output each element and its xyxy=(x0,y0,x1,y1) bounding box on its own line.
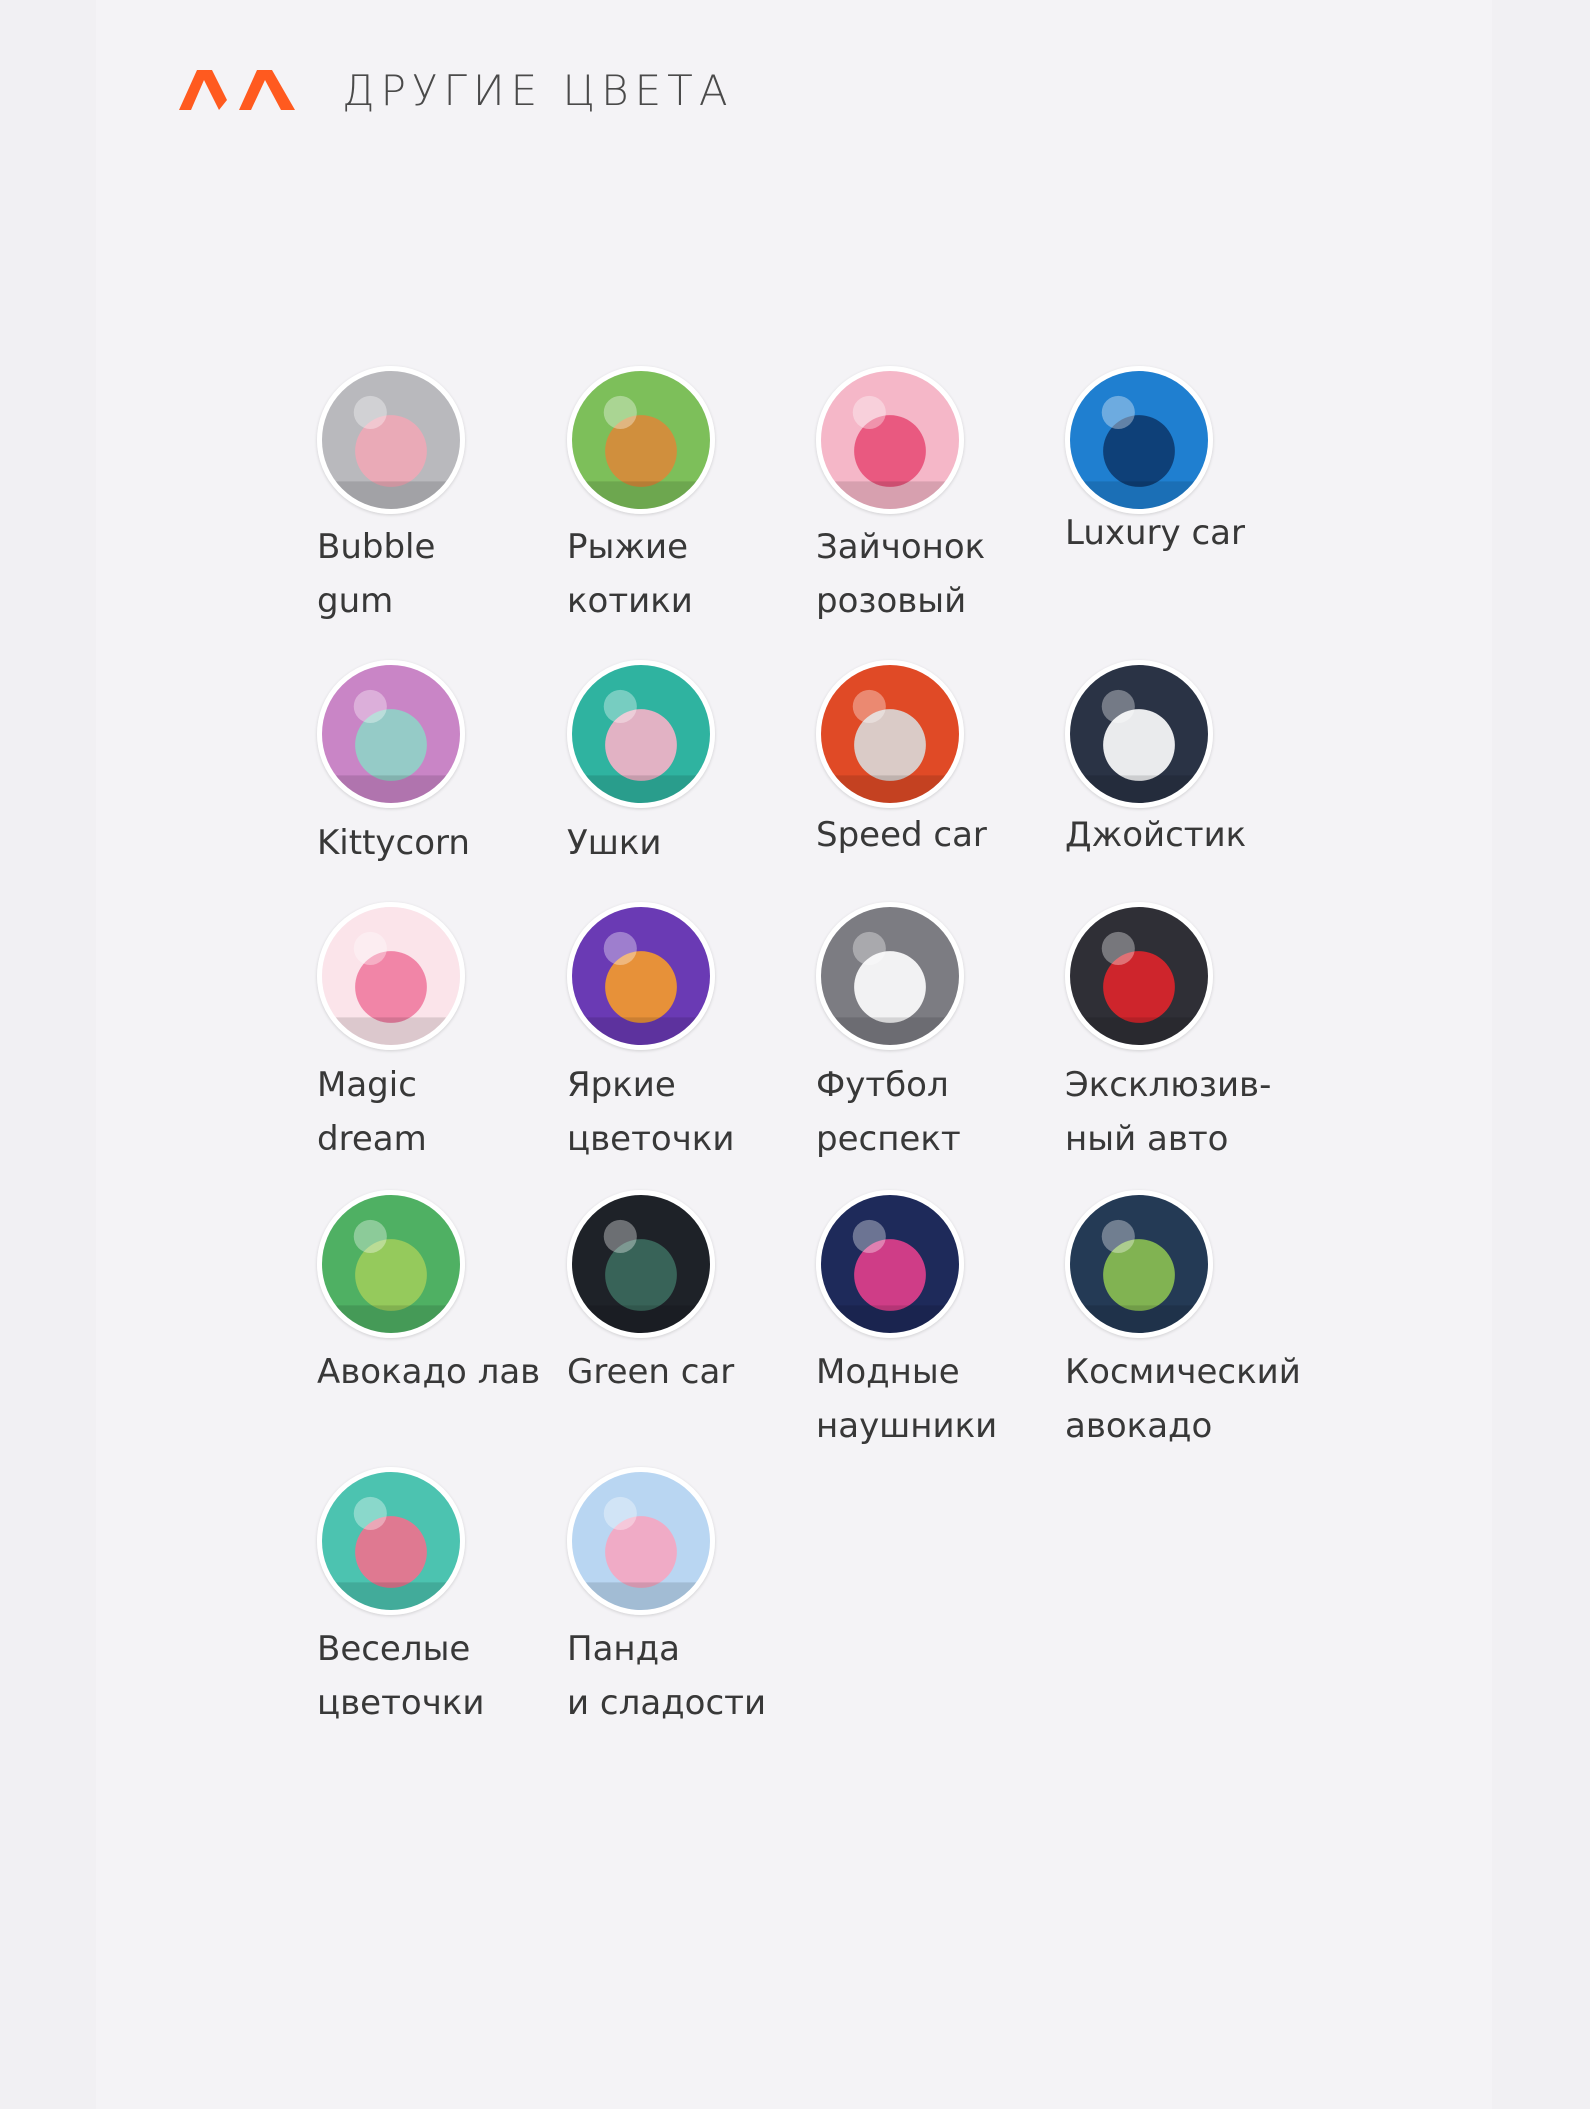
speed-car-icon[interactable] xyxy=(816,660,964,808)
color-swatch-option[interactable]: Веселые цветочки xyxy=(317,1467,567,1767)
color-swatch-option[interactable]: Футбол респект xyxy=(816,902,1066,1202)
color-swatch-label: Джойстик xyxy=(1065,815,1247,855)
color-swatch-label: Ушки xyxy=(567,823,662,863)
pink-bunny-icon[interactable] xyxy=(816,366,964,514)
color-swatch-label: Kittycorn xyxy=(317,823,470,863)
headphones-icon[interactable] xyxy=(816,1190,964,1338)
color-swatch-option[interactable]: Bubble gum xyxy=(317,366,567,666)
soccer-ball-icon[interactable] xyxy=(816,902,964,1050)
color-swatch-label: Зайчонок розовый xyxy=(816,527,986,621)
color-swatch-label: Green car xyxy=(567,1352,735,1392)
color-swatch-label: Космический авокадо xyxy=(1065,1352,1301,1446)
color-swatch-label: Яркие цветочки xyxy=(567,1065,735,1159)
plants-friends-icon[interactable] xyxy=(317,1467,465,1615)
color-swatch-label: Панда и сладости xyxy=(567,1629,767,1723)
bright-flowers-icon[interactable] xyxy=(567,902,715,1050)
color-swatch-label: Авокадо лав xyxy=(317,1352,541,1392)
color-swatch-option[interactable]: Модные наушники xyxy=(816,1190,1066,1490)
space-avocado-icon[interactable] xyxy=(1065,1190,1213,1338)
color-swatch-label: Рыжие котики xyxy=(567,527,693,621)
avocado-love-icon[interactable] xyxy=(317,1190,465,1338)
color-swatch-option[interactable]: Magic dream xyxy=(317,902,567,1202)
color-swatch-label: Magic dream xyxy=(317,1065,427,1159)
color-swatch-option[interactable]: Эксклюзив- ный авто xyxy=(1065,902,1315,1202)
gamepad-icon[interactable] xyxy=(1065,660,1213,808)
color-swatch-option[interactable]: Зайчонок розовый xyxy=(816,366,1066,666)
red-car-icon[interactable] xyxy=(1065,902,1213,1050)
color-swatch-option[interactable]: Авокадо лав xyxy=(317,1190,567,1490)
panda-sweets-icon[interactable] xyxy=(567,1467,715,1615)
green-car-icon[interactable] xyxy=(567,1190,715,1338)
bunny-bubblegum-icon[interactable] xyxy=(317,366,465,514)
color-swatch-label: Luxury car xyxy=(1065,513,1245,553)
color-swatch-option[interactable]: Яркие цветочки xyxy=(567,902,817,1202)
color-swatch-option[interactable]: Luxury car xyxy=(1065,366,1315,666)
color-swatch-label: Bubble gum xyxy=(317,527,436,621)
blue-car-icon[interactable] xyxy=(1065,366,1213,514)
color-swatch-label: Веселые цветочки xyxy=(317,1629,485,1723)
bunny-ears-icon[interactable] xyxy=(567,660,715,808)
color-swatch-option[interactable]: Рыжие котики xyxy=(567,366,817,666)
color-swatch-option[interactable]: Космический авокадо xyxy=(1065,1190,1315,1490)
color-swatch-label: Эксклюзив- ный авто xyxy=(1065,1065,1272,1159)
kittycorn-icon[interactable] xyxy=(317,660,465,808)
color-options-grid: Bubble gum Рыжие котики Зайчонок розовый Lu… xyxy=(0,0,1590,2109)
color-swatch-option[interactable]: Green car xyxy=(567,1190,817,1490)
color-swatch-label: Speed car xyxy=(816,815,987,855)
unicorn-icon[interactable] xyxy=(317,902,465,1050)
color-swatch-label: Модные наушники xyxy=(816,1352,998,1446)
kittens-icon[interactable] xyxy=(567,366,715,514)
color-swatch-label: Футбол респект xyxy=(816,1065,961,1159)
color-swatch-option[interactable]: Панда и сладости xyxy=(567,1467,817,1767)
